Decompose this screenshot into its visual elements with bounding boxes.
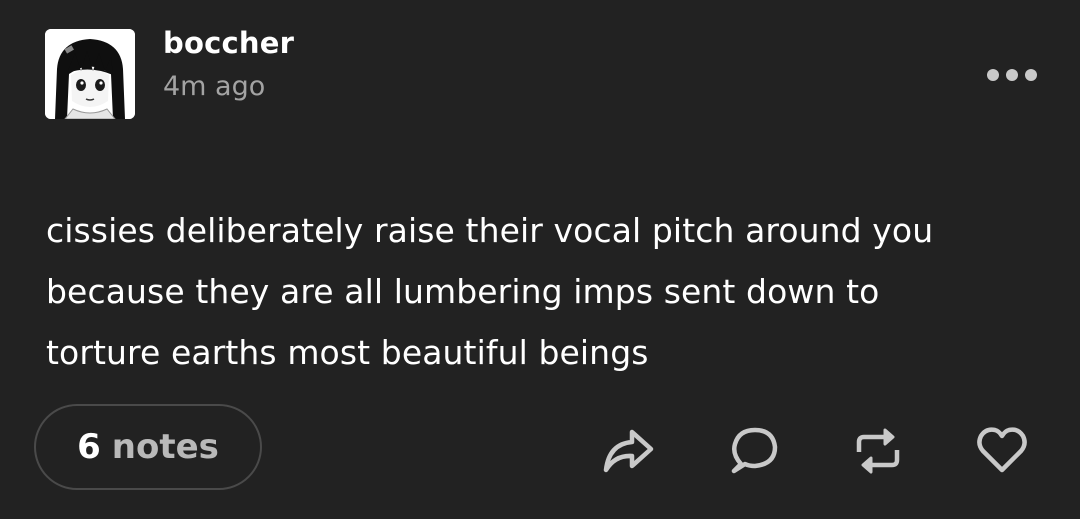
notes-button[interactable]: 6 notes: [34, 404, 262, 490]
reblog-button[interactable]: [851, 424, 905, 478]
avatar-image: [45, 29, 135, 119]
notes-label: notes: [111, 427, 219, 467]
username[interactable]: boccher: [163, 26, 294, 60]
more-options-button[interactable]: [984, 60, 1040, 90]
post-timestamp: 4m ago: [163, 71, 266, 102]
notes-count: 6: [77, 427, 101, 467]
post-body: cissies deliberately raise their vocal p…: [46, 200, 1046, 383]
post-text-line: torture earths most beautiful beings: [46, 333, 649, 372]
heart-icon: [977, 427, 1027, 473]
reply-icon: [731, 427, 778, 474]
post-text-line: cissies deliberately raise their vocal p…: [46, 211, 934, 250]
share-icon: [603, 429, 654, 473]
post-text-line: because they are all lumbering imps sent…: [46, 272, 880, 311]
more-options-icon: [987, 69, 1037, 81]
post-card: boccher 4m ago cissies deliberately rais…: [0, 0, 1080, 519]
reblog-icon: [856, 428, 900, 474]
like-button[interactable]: [975, 424, 1029, 478]
reply-button[interactable]: [727, 424, 781, 478]
share-button[interactable]: [601, 424, 655, 478]
avatar[interactable]: [45, 29, 135, 119]
